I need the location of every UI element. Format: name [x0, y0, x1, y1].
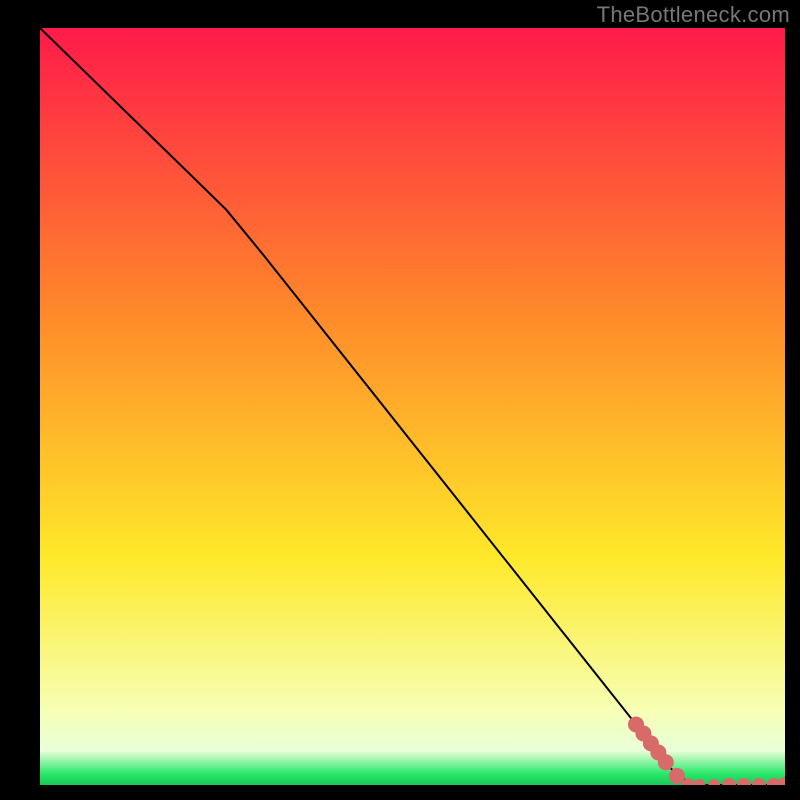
data-marker — [658, 754, 674, 770]
data-marker — [669, 768, 685, 784]
chart-svg — [40, 28, 785, 785]
gradient-background — [40, 28, 785, 785]
chart-frame: TheBottleneck.com — [0, 0, 800, 800]
watermark-text: TheBottleneck.com — [597, 2, 790, 28]
plot-area — [40, 28, 785, 785]
